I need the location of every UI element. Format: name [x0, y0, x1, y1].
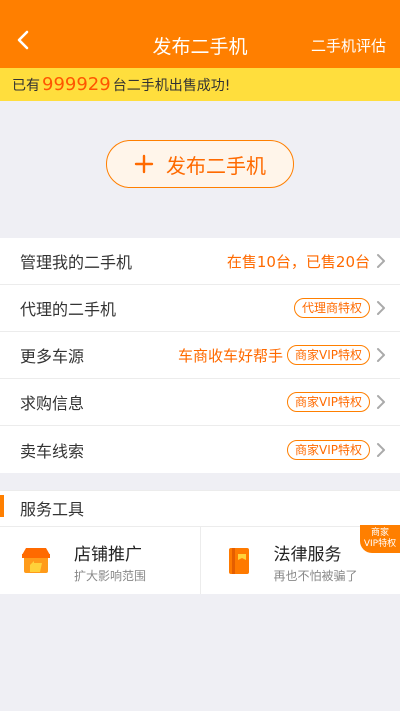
success-notice-banner: 已有 999929 台二手机出售成功!	[0, 68, 400, 101]
menu-item-more-sources[interactable]: 更多车源 车商收车好帮手 商家VIP特权	[0, 332, 400, 379]
chevron-right-icon	[377, 395, 385, 409]
menu-item-label: 求购信息	[20, 394, 85, 413]
chevron-right-icon	[377, 348, 385, 362]
menu-item-extra: 在售10台，已售20台	[226, 252, 370, 271]
menu-item-purchase-info[interactable]: 求购信息 商家VIP特权	[0, 379, 400, 426]
privilege-tag: 商家VIP特权	[287, 439, 370, 460]
menu-item-label: 卖车线索	[20, 441, 85, 461]
vip-privilege-badge: 商家 VIP特权	[360, 525, 400, 553]
menu-item-label: 管理我的二手机	[20, 253, 133, 272]
evaluate-link[interactable]: 二手机评估	[311, 35, 386, 56]
menu-item-manage[interactable]: 管理我的二手机 在售10台，已售20台	[0, 238, 400, 285]
notice-suffix: 台二手机出售成功!	[112, 78, 231, 94]
vip-badge-line2: VIP特权	[363, 539, 397, 549]
services-section-header: 服务工具	[0, 490, 400, 526]
tool-store-promotion[interactable]: 店铺推广 扩大影响范围	[0, 527, 201, 594]
chevron-right-icon	[377, 442, 385, 457]
publish-button[interactable]: 发布二手机	[106, 140, 294, 188]
notice-count: 999929	[42, 74, 111, 95]
services-title: 服务工具	[20, 500, 85, 519]
menu-list: 管理我的二手机 在售10台，已售20台 代理的二手机 代理商特权 更多车源 车商…	[0, 238, 400, 473]
privilege-tag: 商家VIP特权	[287, 345, 370, 365]
tool-desc: 扩大影响范围	[74, 569, 147, 583]
menu-item-label: 代理的二手机	[20, 300, 117, 319]
store-icon	[22, 548, 50, 573]
plus-icon	[134, 154, 154, 174]
tool-name: 店铺推广	[74, 545, 142, 565]
law-book-icon	[228, 548, 249, 574]
publish-label: 发布二手机	[166, 153, 266, 178]
privilege-tag: 代理商特权	[293, 298, 370, 318]
section-accent-bar	[0, 495, 4, 517]
tool-desc: 再也不怕被骗了	[273, 569, 358, 583]
tool-name: 法律服务	[273, 545, 342, 565]
menu-item-sell-leads[interactable]: 卖车线索 商家VIP特权	[0, 426, 400, 473]
menu-item-extra: 车商收车好帮手	[177, 346, 283, 365]
service-tools: 店铺推广 扩大影响范围 法律服务 再也不怕被骗了 商家 VIP特权	[0, 525, 400, 594]
menu-item-agency[interactable]: 代理的二手机 代理商特权	[0, 285, 400, 332]
menu-item-label: 更多车源	[20, 347, 85, 366]
tool-legal-service[interactable]: 法律服务 再也不怕被骗了 商家 VIP特权	[201, 525, 400, 594]
top-nav-bar: 发布二手机 二手机评估	[0, 0, 400, 68]
vip-badge-line1: 商家	[370, 528, 389, 538]
chevron-right-icon	[377, 254, 385, 268]
chevron-right-icon	[377, 301, 385, 315]
notice-prefix: 已有	[12, 78, 40, 94]
privilege-tag: 商家VIP特权	[287, 392, 370, 412]
